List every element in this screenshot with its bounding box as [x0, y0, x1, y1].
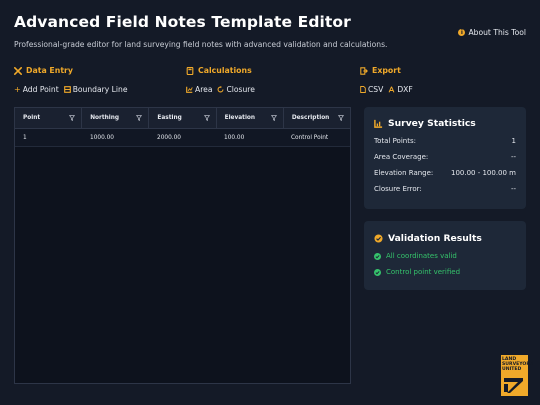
- export-icon: [360, 66, 368, 75]
- add-point-button[interactable]: + Add Point: [14, 85, 59, 94]
- column-easting[interactable]: Easting: [149, 108, 217, 128]
- cell-easting[interactable]: 2000.00: [149, 135, 216, 141]
- column-point[interactable]: Point: [15, 108, 83, 128]
- validation-results-title-text: Validation Results: [388, 233, 482, 244]
- export-toolbar: CSV DXF: [360, 85, 413, 94]
- validation-results-card: Validation Results All coordinates valid…: [364, 221, 526, 290]
- section-calculations-title: Calculations: [198, 66, 252, 75]
- info-icon: i: [458, 29, 466, 36]
- add-point-label: Add Point: [22, 85, 59, 94]
- export-dxf-label: DXF: [397, 85, 413, 94]
- survey-statistics-card: Survey Statistics Total Points: 1 Area C…: [364, 107, 526, 209]
- validation-text: Control point verified: [386, 268, 461, 276]
- check-icon: [374, 252, 381, 260]
- boundary-line-button[interactable]: Boundary Line: [63, 85, 128, 94]
- export-csv-label: CSV: [368, 85, 384, 94]
- closure-label: Closure: [226, 85, 255, 94]
- cell-elevation[interactable]: 100.00: [216, 135, 283, 141]
- stat-value: --: [510, 185, 516, 193]
- check-icon: [374, 268, 381, 276]
- closure-button[interactable]: Closure: [217, 85, 255, 94]
- survey-mark-icon: [504, 378, 523, 393]
- area-button[interactable]: Area: [186, 85, 212, 94]
- section-data-entry: Data Entry: [14, 66, 73, 75]
- cell-description[interactable]: Control Point: [283, 135, 350, 141]
- filter-icon[interactable]: [203, 115, 210, 121]
- validation-item: All coordinates valid: [374, 252, 516, 260]
- section-export-title: Export: [372, 66, 401, 75]
- field-notes-table: Point Northing Easting Elevation Descrip…: [14, 107, 351, 384]
- chart-icon: [374, 119, 383, 128]
- survey-statistics-title-text: Survey Statistics: [388, 118, 476, 129]
- calculations-toolbar: Area Closure: [186, 85, 255, 94]
- page-subtitle: Professional-grade editor for land surve…: [14, 40, 388, 49]
- refresh-icon: [218, 86, 224, 93]
- column-point-label: Point: [23, 115, 41, 121]
- section-export: Export: [360, 66, 401, 75]
- filter-icon[interactable]: [69, 115, 76, 121]
- boundary-icon: [63, 86, 71, 93]
- statistics-list: Total Points: 1 Area Coverage: -- Elevat…: [374, 137, 516, 193]
- drafting-compass-icon: [388, 86, 395, 93]
- stat-closure-error: Closure Error: --: [374, 185, 516, 193]
- table-row[interactable]: 1 1000.00 2000.00 100.00 Control Point: [15, 129, 350, 147]
- land-surveyors-united-logo: LAND SURVEYORS UNITED: [501, 355, 533, 396]
- column-easting-label: Easting: [157, 115, 182, 121]
- stat-label: Closure Error:: [374, 185, 422, 193]
- about-button[interactable]: i About This Tool: [458, 28, 526, 37]
- cell-northing[interactable]: 1000.00: [82, 135, 149, 141]
- area-label: Area: [195, 85, 213, 94]
- stat-value: 100.00 - 100.00 m: [450, 169, 516, 177]
- area-icon: [186, 86, 193, 93]
- cell-point[interactable]: 1: [15, 135, 82, 141]
- plus-icon: +: [14, 85, 21, 94]
- tools-icon: [14, 66, 22, 75]
- export-dxf-button[interactable]: DXF: [388, 85, 413, 94]
- about-label: About This Tool: [468, 28, 526, 37]
- validation-list: All coordinates valid Control point veri…: [374, 252, 516, 276]
- stat-total-points: Total Points: 1: [374, 137, 516, 145]
- stat-value: 1: [511, 137, 516, 145]
- stat-value: --: [510, 153, 516, 161]
- boundary-line-label: Boundary Line: [72, 85, 128, 94]
- stat-label: Area Coverage:: [374, 153, 429, 161]
- validation-text: All coordinates valid: [386, 252, 457, 260]
- filter-icon[interactable]: [338, 115, 345, 121]
- stat-elevation-range: Elevation Range: 100.00 - 100.00 m: [374, 169, 516, 177]
- stat-label: Elevation Range:: [374, 169, 434, 177]
- column-elevation[interactable]: Elevation: [217, 108, 284, 128]
- export-csv-button[interactable]: CSV: [360, 85, 383, 94]
- data-entry-toolbar: + Add Point Boundary Line: [14, 85, 128, 94]
- filter-icon[interactable]: [270, 115, 277, 121]
- column-description-label: Description: [291, 115, 330, 121]
- column-description[interactable]: Description: [284, 108, 350, 128]
- validation-item: Control point verified: [374, 268, 516, 276]
- section-calculations: Calculations: [186, 66, 252, 75]
- filter-icon[interactable]: [136, 115, 143, 121]
- validation-results-title: Validation Results: [374, 233, 516, 244]
- stat-label: Total Points:: [374, 137, 416, 145]
- column-northing-label: Northing: [90, 115, 120, 121]
- page-title: Advanced Field Notes Template Editor: [14, 13, 351, 31]
- check-circle-icon: [374, 234, 383, 243]
- survey-statistics-title: Survey Statistics: [374, 118, 516, 129]
- logo-text-line: UNITED: [502, 367, 522, 373]
- stat-area-coverage: Area Coverage: --: [374, 153, 516, 161]
- file-csv-icon: [360, 86, 366, 93]
- table-header: Point Northing Easting Elevation Descrip…: [15, 108, 350, 129]
- column-elevation-label: Elevation: [224, 115, 256, 121]
- section-data-entry-title: Data Entry: [26, 66, 73, 75]
- calculator-icon: [186, 66, 194, 75]
- column-northing[interactable]: Northing: [82, 108, 150, 128]
